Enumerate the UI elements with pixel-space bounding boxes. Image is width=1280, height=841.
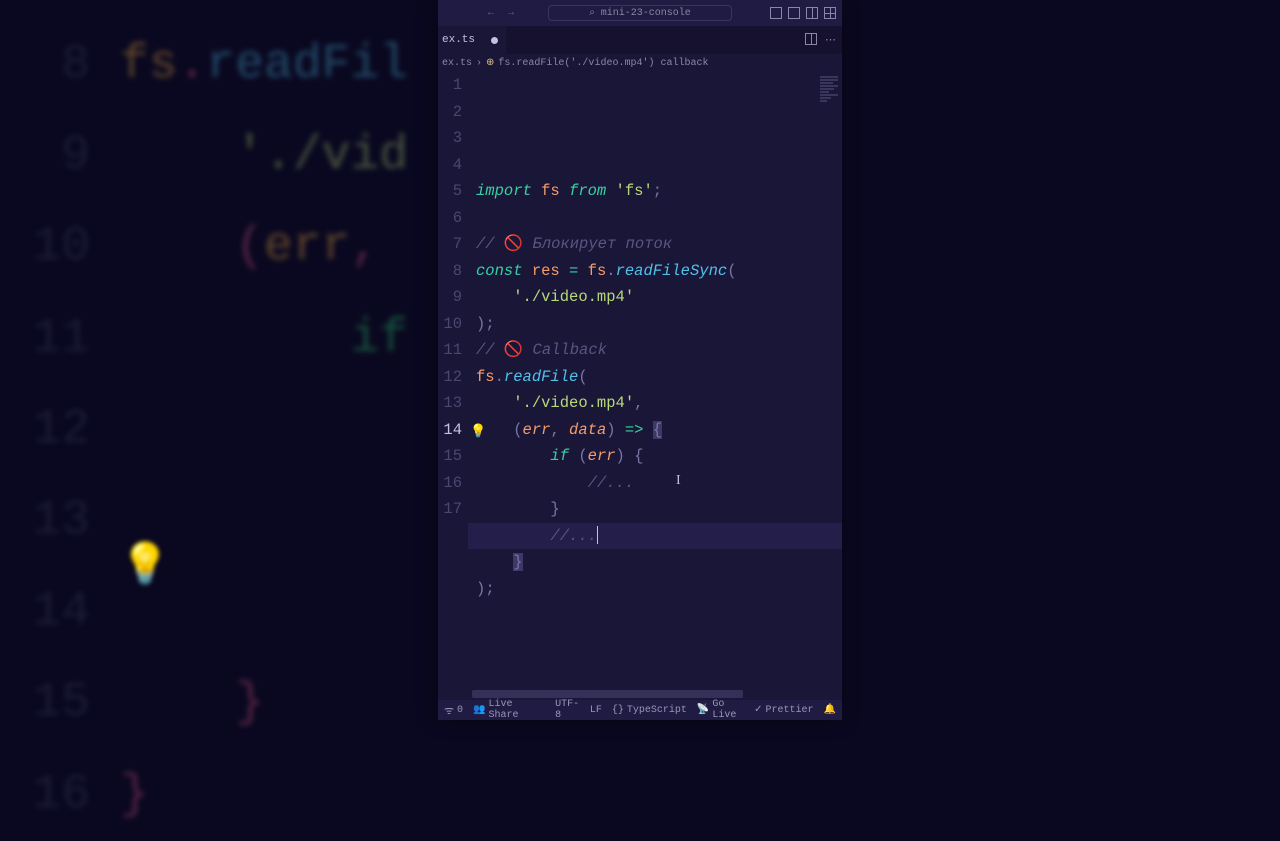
status-encoding[interactable]: UTF-8 bbox=[555, 699, 580, 721]
symbol-method-icon: ⊕ bbox=[486, 57, 494, 69]
search-icon: ⌕ bbox=[589, 7, 595, 19]
code-line[interactable]: fs.readFile( bbox=[468, 364, 842, 391]
horizontal-scrollbar[interactable] bbox=[472, 690, 838, 698]
code-content[interactable]: 💡 I import fs from 'fs';// 🚫 Блокирует п… bbox=[468, 72, 842, 700]
code-line[interactable]: // 🚫 Блокирует поток bbox=[468, 231, 842, 258]
bell-icon: 🔔 bbox=[824, 704, 836, 716]
status-prettier[interactable]: ✓ Prettier bbox=[754, 704, 813, 716]
tab-active[interactable]: ex.ts bbox=[438, 26, 506, 54]
toggle-secondary-sidebar-icon[interactable] bbox=[806, 7, 818, 19]
code-line[interactable]: (err, data) => { bbox=[468, 417, 842, 444]
modified-dot-icon bbox=[491, 37, 498, 44]
code-line[interactable]: './video.mp4', bbox=[468, 390, 842, 417]
status-remote[interactable]: ᯤ 0 bbox=[444, 703, 463, 718]
text-caret bbox=[597, 526, 598, 544]
code-line[interactable]: const res = fs.readFileSync( bbox=[468, 258, 842, 285]
bg-lightbulb-icon: 💡 bbox=[120, 540, 170, 590]
code-line[interactable]: // 🚫 Callback bbox=[468, 337, 842, 364]
editor-window: ← → ⌕ mini-23-console ex.ts ⋯ ex.ts › ⊕ … bbox=[438, 0, 842, 720]
project-name: mini-23-console bbox=[601, 8, 691, 19]
code-line[interactable] bbox=[468, 602, 842, 629]
command-center-search[interactable]: ⌕ mini-23-console bbox=[548, 5, 732, 21]
code-editor[interactable]: 1234567891011121314151617 💡 I import fs … bbox=[438, 72, 842, 700]
breadcrumb[interactable]: ex.ts › ⊕ fs.readFile('./video.mp4') cal… bbox=[438, 54, 842, 72]
broadcast-icon: 📡 bbox=[697, 704, 709, 716]
code-line[interactable] bbox=[468, 205, 842, 232]
code-line[interactable]: } bbox=[468, 549, 842, 576]
title-bar: ← → ⌕ mini-23-console bbox=[438, 0, 842, 26]
status-bar: ᯤ 0 👥 Live Share UTF-8 LF {} TypeScript … bbox=[438, 700, 842, 720]
prettier-label: Prettier bbox=[766, 705, 814, 716]
golive-label: Go Live bbox=[712, 699, 744, 721]
line-number-gutter: 1234567891011121314151617 bbox=[438, 72, 468, 700]
tab-bar: ex.ts ⋯ bbox=[438, 26, 842, 54]
more-actions-icon[interactable]: ⋯ bbox=[825, 33, 836, 47]
status-notifications[interactable]: 🔔 bbox=[824, 704, 836, 716]
remote-count: 0 bbox=[457, 705, 463, 716]
liveshare-icon: 👥 bbox=[473, 704, 485, 716]
split-editor-icon[interactable] bbox=[805, 33, 817, 45]
code-line[interactable]: './video.mp4' bbox=[468, 284, 842, 311]
code-line[interactable]: import fs from 'fs'; bbox=[468, 178, 842, 205]
braces-icon: {} bbox=[612, 705, 624, 716]
status-liveshare[interactable]: 👥 Live Share bbox=[473, 699, 535, 721]
status-language[interactable]: {} TypeScript bbox=[612, 705, 687, 716]
toggle-primary-sidebar-icon[interactable] bbox=[770, 7, 782, 19]
nav-back-icon[interactable]: ← bbox=[488, 8, 494, 19]
code-line[interactable]: //... bbox=[468, 523, 842, 550]
code-line[interactable]: ); bbox=[468, 311, 842, 338]
tab-filename: ex.ts bbox=[442, 34, 475, 46]
code-line[interactable]: if (err) { bbox=[468, 443, 842, 470]
liveshare-label: Live Share bbox=[489, 699, 536, 721]
chevron-right-icon: › bbox=[476, 58, 482, 69]
code-line[interactable]: ); bbox=[468, 576, 842, 603]
minimap[interactable] bbox=[820, 76, 838, 106]
customize-layout-icon[interactable] bbox=[824, 7, 836, 19]
status-eol[interactable]: LF bbox=[590, 705, 602, 716]
code-line[interactable]: //... bbox=[468, 470, 842, 497]
breadcrumb-file: ex.ts bbox=[442, 58, 472, 69]
scrollbar-thumb[interactable] bbox=[472, 690, 743, 698]
check-icon: ✓ bbox=[754, 704, 762, 716]
status-golive[interactable]: 📡 Go Live bbox=[697, 699, 744, 721]
breadcrumb-symbol: fs.readFile('./video.mp4') callback bbox=[498, 58, 708, 69]
toggle-panel-icon[interactable] bbox=[788, 7, 800, 19]
code-line[interactable]: } bbox=[468, 496, 842, 523]
language-label: TypeScript bbox=[627, 705, 687, 716]
nav-forward-icon[interactable]: → bbox=[508, 8, 514, 19]
remote-icon: ᯤ bbox=[444, 703, 454, 718]
